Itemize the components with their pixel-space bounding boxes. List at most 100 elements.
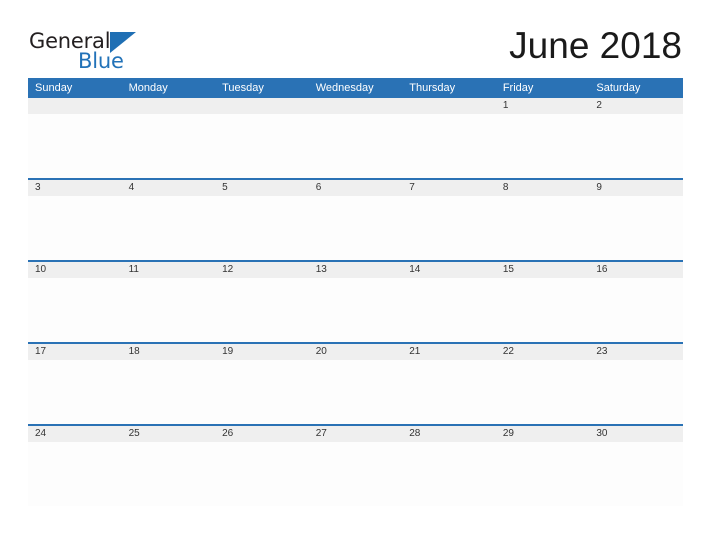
day-events-area[interactable]	[28, 278, 122, 342]
calendar-day-cell[interactable]: 19	[215, 342, 309, 425]
calendar-day-cell[interactable]: 27	[308, 424, 403, 506]
day-number: 14	[402, 262, 496, 278]
day-number	[308, 98, 403, 114]
day-events-area[interactable]	[215, 278, 309, 342]
day-events-area[interactable]	[28, 442, 122, 506]
day-events-area[interactable]	[402, 360, 496, 424]
calendar-day-cell[interactable]: 5	[215, 178, 309, 261]
day-events-area[interactable]	[308, 114, 403, 178]
calendar-day-cell[interactable]: 13	[308, 260, 403, 343]
day-events-area[interactable]	[28, 114, 122, 178]
weekday-header-sunday: Sunday	[28, 78, 122, 98]
day-events-area[interactable]	[308, 196, 403, 260]
day-number	[215, 98, 309, 114]
calendar-day-cell[interactable]	[402, 98, 496, 179]
day-events-area[interactable]	[121, 278, 216, 342]
calendar-day-cell[interactable]: 10	[28, 260, 122, 343]
calendar-day-cell[interactable]: 22	[495, 342, 590, 425]
calendar-day-cell[interactable]: 21	[402, 342, 496, 425]
day-number	[28, 98, 122, 114]
day-events-area[interactable]	[495, 196, 590, 260]
day-events-area[interactable]	[121, 196, 216, 260]
calendar-day-cell[interactable]: 7	[402, 178, 496, 261]
day-events-area[interactable]	[495, 278, 590, 342]
calendar-day-cell[interactable]	[121, 98, 216, 179]
day-number: 27	[308, 426, 403, 442]
day-events-area[interactable]	[215, 196, 309, 260]
brand-logo[interactable]: General Blue	[29, 31, 199, 73]
calendar-day-cell[interactable]: 25	[121, 424, 216, 506]
day-number: 6	[308, 180, 403, 196]
day-events-area[interactable]	[28, 196, 122, 260]
day-events-area[interactable]	[495, 442, 590, 506]
calendar-day-cell[interactable]: 30	[589, 424, 683, 506]
weekday-header-friday: Friday	[495, 78, 590, 98]
day-events-area[interactable]	[121, 114, 216, 178]
day-number: 26	[215, 426, 309, 442]
day-events-area[interactable]	[495, 360, 590, 424]
day-number: 8	[495, 180, 590, 196]
calendar-day-cell[interactable]: 29	[495, 424, 590, 506]
calendar-day-cell[interactable]	[215, 98, 309, 179]
day-events-area[interactable]	[308, 278, 403, 342]
day-events-area[interactable]	[589, 114, 683, 178]
calendar-day-cell[interactable]: 24	[28, 424, 122, 506]
calendar-body: 1 2 3 4 5 6 7 8 9 10 11 12 13 14 15 16 1…	[28, 98, 683, 506]
calendar-day-cell[interactable]: 12	[215, 260, 309, 343]
day-events-area[interactable]	[308, 360, 403, 424]
day-events-area[interactable]	[402, 196, 496, 260]
day-number: 5	[215, 180, 309, 196]
calendar-day-cell[interactable]: 28	[402, 424, 496, 506]
day-events-area[interactable]	[28, 360, 122, 424]
calendar-day-cell[interactable]: 11	[121, 260, 216, 343]
calendar-day-cell[interactable]: 6	[308, 178, 403, 261]
day-events-area[interactable]	[495, 114, 590, 178]
calendar-day-cell[interactable]: 23	[589, 342, 683, 425]
page-title: June 2018	[509, 25, 682, 66]
logo-text-blue: Blue	[78, 49, 124, 73]
calendar-day-cell[interactable]: 17	[28, 342, 122, 425]
calendar-day-cell[interactable]: 8	[495, 178, 590, 261]
calendar-day-cell[interactable]: 16	[589, 260, 683, 343]
day-events-area[interactable]	[589, 278, 683, 342]
weekday-header-saturday: Saturday	[589, 78, 683, 98]
day-number	[121, 98, 216, 114]
day-number: 2	[589, 98, 683, 114]
day-number: 28	[402, 426, 496, 442]
day-number: 12	[215, 262, 309, 278]
calendar-day-cell[interactable]	[308, 98, 403, 179]
day-events-area[interactable]	[402, 114, 496, 178]
day-number: 9	[589, 180, 683, 196]
calendar-day-cell[interactable]: 26	[215, 424, 309, 506]
day-events-area[interactable]	[308, 442, 403, 506]
day-events-area[interactable]	[215, 114, 309, 178]
calendar-day-cell[interactable]: 4	[121, 178, 216, 261]
calendar-week-row: 10 11 12 13 14 15 16	[28, 260, 683, 343]
calendar-header-row: Sunday Monday Tuesday Wednesday Thursday…	[28, 78, 683, 98]
day-events-area[interactable]	[121, 360, 216, 424]
calendar-day-cell[interactable]: 14	[402, 260, 496, 343]
calendar-day-cell[interactable]: 18	[121, 342, 216, 425]
calendar-day-cell[interactable]: 3	[28, 178, 122, 261]
calendar-page: General Blue June 2018 Sunday Monday Tue…	[0, 0, 712, 550]
day-events-area[interactable]	[402, 442, 496, 506]
day-events-area[interactable]	[589, 196, 683, 260]
day-events-area[interactable]	[589, 442, 683, 506]
weekday-header-tuesday: Tuesday	[215, 78, 309, 98]
day-events-area[interactable]	[121, 442, 216, 506]
day-number: 1	[495, 98, 590, 114]
calendar-day-cell[interactable]: 1	[495, 98, 590, 179]
day-number: 21	[402, 344, 496, 360]
day-events-area[interactable]	[402, 278, 496, 342]
day-events-area[interactable]	[589, 360, 683, 424]
day-number: 22	[495, 344, 590, 360]
calendar-day-cell[interactable]: 2	[589, 98, 683, 179]
calendar-day-cell[interactable]: 9	[589, 178, 683, 261]
day-events-area[interactable]	[215, 360, 309, 424]
calendar-day-cell[interactable]: 20	[308, 342, 403, 425]
day-number: 23	[589, 344, 683, 360]
calendar-day-cell[interactable]	[28, 98, 122, 179]
day-events-area[interactable]	[215, 442, 309, 506]
day-number: 15	[495, 262, 590, 278]
calendar-day-cell[interactable]: 15	[495, 260, 590, 343]
